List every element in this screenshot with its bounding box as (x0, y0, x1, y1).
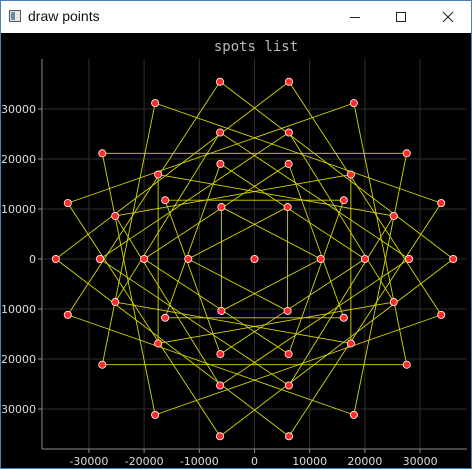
data-point (389, 298, 398, 307)
y-tick-label: -30000 (1, 403, 36, 416)
data-point (154, 170, 163, 179)
spots-chart: spots list -30000 -20000 -10000 0 10000 20000… (1, 39, 467, 468)
data-point (63, 199, 72, 208)
star-edge (158, 174, 394, 217)
star-edge (99, 258, 290, 386)
close-button[interactable] (425, 1, 471, 33)
data-point (437, 199, 446, 208)
data-point (339, 196, 348, 205)
data-point (284, 128, 293, 137)
y-tick-label: -20000 (1, 353, 36, 366)
data-point (111, 211, 120, 220)
data-point (283, 203, 292, 212)
data-point (161, 313, 170, 322)
star-edge (164, 200, 221, 355)
data-point (402, 149, 411, 158)
title-bar[interactable]: draw points (1, 1, 471, 33)
maximize-button[interactable] (378, 1, 424, 33)
x-tick-label: 10000 (292, 455, 327, 468)
data-point (449, 254, 458, 263)
star-edge (164, 163, 221, 318)
data-point (215, 77, 224, 86)
chart-title: spots list (214, 39, 298, 55)
x-tick-label: -10000 (180, 455, 219, 468)
data-point (216, 128, 225, 137)
data-point (151, 99, 160, 108)
data-point (161, 196, 170, 205)
chart-canvas: spots list -30000 -20000 -10000 0 10000 20000… (1, 33, 471, 468)
star-edge (221, 206, 321, 260)
data-point (250, 254, 259, 263)
data-point (216, 159, 225, 168)
star-edge (188, 206, 288, 260)
y-tick-label: -10000 (1, 303, 36, 316)
data-point (95, 254, 104, 263)
data-point (184, 254, 193, 263)
star-edge (221, 258, 321, 312)
app-window-icon (9, 10, 21, 22)
y-tick-label: 30000 (1, 103, 36, 116)
data-point (284, 159, 293, 168)
star-edge (288, 200, 345, 355)
maximize-icon (396, 12, 406, 22)
x-tick-label: 30000 (403, 455, 438, 468)
data-point (283, 306, 292, 315)
star-edge (219, 258, 410, 386)
data-point (316, 254, 325, 263)
x-tick-label: 0 (251, 455, 258, 468)
star-edge (288, 163, 345, 318)
x-tick-label: -20000 (125, 455, 164, 468)
app-window: draw points spots list -30000 -20000 -1000… (0, 0, 472, 469)
data-point (360, 254, 369, 263)
data-point (437, 310, 446, 319)
data-point (217, 203, 226, 212)
star-edge (158, 301, 394, 344)
data-point (111, 298, 120, 307)
data-point (389, 211, 398, 220)
star-edge (115, 174, 351, 217)
data-point (154, 339, 163, 348)
x-tick-label: 20000 (347, 455, 382, 468)
data-point (216, 350, 225, 359)
x-tick-label: -30000 (69, 455, 108, 468)
y-tick-label: 10000 (1, 203, 36, 216)
star-edge (115, 301, 351, 344)
data-point (216, 381, 225, 390)
minimize-button[interactable] (332, 1, 378, 33)
data-point (63, 310, 72, 319)
data-point (284, 381, 293, 390)
y-tick-label: 0 (29, 253, 36, 266)
data-point (285, 77, 294, 86)
data-point (349, 99, 358, 108)
data-point (217, 306, 226, 315)
minimize-icon (350, 17, 360, 18)
data-point (151, 410, 160, 419)
data-point (285, 432, 294, 441)
data-point (346, 339, 355, 348)
data-point (405, 254, 414, 263)
close-icon (442, 11, 454, 23)
data-point (402, 360, 411, 369)
data-point (284, 350, 293, 359)
window-title: draw points (28, 8, 100, 24)
star-edge (99, 132, 290, 260)
data-point (349, 410, 358, 419)
data-point (215, 432, 224, 441)
data-point (339, 313, 348, 322)
data-point (140, 254, 149, 263)
data-point (346, 170, 355, 179)
star-edge (219, 132, 410, 260)
data-point (98, 149, 107, 158)
star-edge (188, 258, 288, 312)
data-point (98, 360, 107, 369)
y-tick-label: 20000 (1, 153, 36, 166)
data-point (51, 254, 60, 263)
